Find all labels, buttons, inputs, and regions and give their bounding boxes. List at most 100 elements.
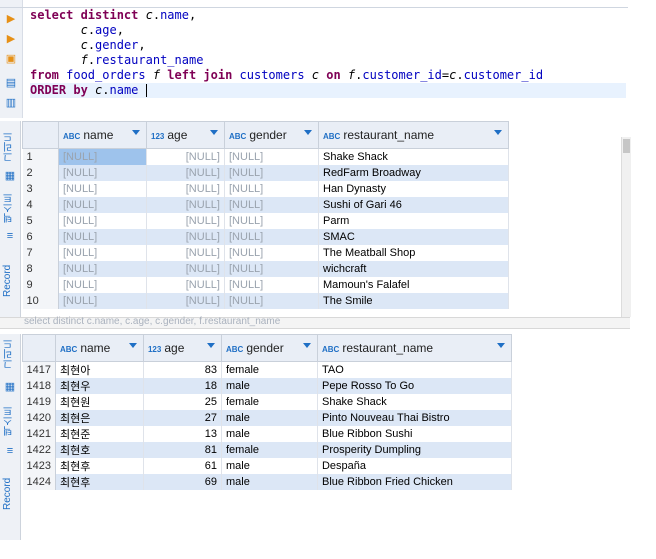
row-number[interactable]: 6 — [22, 229, 59, 245]
cell-age[interactable]: 69 — [143, 474, 222, 490]
cell-rest[interactable]: Prosperity Dumpling — [317, 442, 512, 458]
row-number[interactable]: 3 — [22, 181, 59, 197]
explain-plan-icon[interactable]: ▤ — [4, 76, 18, 90]
cell-rest[interactable]: Han Dynasty — [318, 181, 509, 197]
column-header-gender[interactable]: ABC gender — [220, 334, 318, 362]
grid-corner[interactable] — [22, 334, 56, 362]
cell-age[interactable]: [NULL] — [146, 165, 225, 181]
row-number[interactable]: 1420 — [22, 410, 56, 426]
cell-name[interactable]: 최현원 — [55, 394, 144, 410]
cell-gender[interactable]: [NULL] — [224, 181, 319, 197]
cell-rest[interactable]: The Smile — [318, 293, 509, 309]
grid-corner[interactable] — [22, 121, 59, 149]
cell-name[interactable]: 최현후 — [55, 458, 144, 474]
table-row[interactable]: 1420 최현은 27 male Pinto Nouveau Thai Bistro — [22, 410, 512, 426]
cell-name[interactable]: 최현호 — [55, 442, 144, 458]
cell-gender[interactable]: male — [221, 410, 318, 426]
cell-name[interactable]: 최현우 — [55, 378, 144, 394]
cell-gender[interactable]: female — [221, 361, 318, 378]
cell-name[interactable]: 최현준 — [55, 426, 144, 442]
cell-name[interactable]: [NULL] — [58, 197, 147, 213]
cell-gender[interactable]: [NULL] — [224, 197, 319, 213]
cell-gender[interactable]: [NULL] — [224, 293, 319, 309]
cell-name[interactable]: [NULL] — [58, 245, 147, 261]
tab-text[interactable]: 텍스트 — [2, 191, 18, 225]
cell-rest[interactable]: Parm — [318, 213, 509, 229]
result-grid-2[interactable]: ABC name 123 age ABC gender ABC restaurant_name… — [22, 334, 512, 490]
cell-name[interactable]: [NULL] — [58, 277, 147, 293]
sql-editor[interactable]: ▶ ▶ ▣ ▤ ▥ select distinct c.name, c.age,… — [0, 0, 656, 118]
column-filter-icon[interactable] — [206, 343, 215, 348]
cell-gender[interactable]: male — [221, 426, 318, 442]
cell-age[interactable]: [NULL] — [146, 181, 225, 197]
editor-line[interactable]: f.restaurant_name — [30, 53, 626, 68]
grid1-scroll-thumb[interactable] — [623, 139, 630, 153]
cell-gender[interactable]: male — [221, 458, 318, 474]
cell-gender[interactable]: [NULL] — [224, 165, 319, 181]
cell-rest[interactable]: The Meatball Shop — [318, 245, 509, 261]
table-row[interactable]: 1421 최현준 13 male Blue Ribbon Sushi — [22, 426, 512, 442]
cell-gender[interactable]: male — [221, 474, 318, 490]
row-number[interactable]: 5 — [22, 213, 59, 229]
cell-gender[interactable]: female — [221, 442, 318, 458]
column-header-age[interactable]: 123 age — [146, 121, 225, 149]
row-number[interactable]: 1424 — [22, 474, 56, 490]
column-filter-icon[interactable] — [496, 343, 505, 348]
cell-rest[interactable]: Sushi of Gari 46 — [318, 197, 509, 213]
cell-age[interactable]: 18 — [143, 378, 222, 394]
column-header-age[interactable]: 123 age — [142, 334, 222, 362]
editor-line[interactable]: c.gender, — [30, 38, 626, 53]
cell-rest[interactable]: RedFarm Broadway — [318, 165, 509, 181]
cell-age[interactable]: [NULL] — [146, 213, 225, 229]
cell-name[interactable]: 최현후 — [55, 474, 144, 490]
cell-gender[interactable]: [NULL] — [224, 213, 319, 229]
column-header-name[interactable]: ABC name — [54, 334, 144, 362]
tab-grid[interactable]: 그리드 — [2, 131, 18, 163]
execute-script-icon[interactable]: ▣ — [4, 52, 18, 66]
tab-record-2[interactable]: Record — [2, 474, 18, 514]
cell-rest[interactable]: SMAC — [318, 229, 509, 245]
column-header-name[interactable]: ABC name — [58, 121, 147, 149]
table-row[interactable]: 7 [NULL] [NULL] [NULL] The Meatball Shop — [22, 245, 509, 261]
row-number[interactable]: 2 — [22, 165, 59, 181]
editor-text[interactable]: select distinct c.name, c.age, c.gender,… — [30, 8, 626, 98]
table-row[interactable]: 1422 최현호 81 female Prosperity Dumpling — [22, 442, 512, 458]
row-number[interactable]: 1417 — [22, 361, 56, 378]
row-number[interactable]: 1419 — [22, 394, 56, 410]
grid1-scrollbar[interactable] — [621, 137, 631, 317]
cell-gender[interactable]: male — [221, 378, 318, 394]
cell-rest[interactable]: Blue Ribbon Fried Chicken — [317, 474, 512, 490]
column-filter-icon[interactable] — [304, 130, 312, 135]
cell-name[interactable]: 최현은 — [55, 410, 144, 426]
cell-rest[interactable]: Pepe Rosso To Go — [317, 378, 512, 394]
cell-age[interactable]: 81 — [143, 442, 222, 458]
table-row[interactable]: 1423 최현후 61 male Despaña — [22, 458, 512, 474]
row-number[interactable]: 9 — [22, 277, 59, 293]
cell-name[interactable]: [NULL] — [58, 293, 147, 309]
editor-line[interactable]: ORDER by c.name — [30, 83, 626, 98]
cell-age[interactable]: 25 — [143, 394, 222, 410]
cell-rest[interactable]: TAO — [317, 361, 512, 378]
output-panel-icon[interactable]: ▥ — [4, 96, 18, 110]
cell-gender[interactable]: [NULL] — [224, 229, 319, 245]
row-number[interactable]: 10 — [22, 293, 59, 309]
editor-line[interactable]: select distinct c.name, — [30, 8, 626, 23]
execute-statement-icon[interactable]: ▶ — [4, 12, 18, 26]
split-divider[interactable]: select distinct c.name, c.age, c.gender,… — [0, 316, 630, 329]
table-row[interactable]: 1418 최현우 18 male Pepe Rosso To Go — [22, 378, 512, 394]
column-header-restaurant-name[interactable]: ABC restaurant_name — [318, 121, 509, 149]
cell-age[interactable]: [NULL] — [146, 277, 225, 293]
row-number[interactable]: 1422 — [22, 442, 56, 458]
table-row[interactable]: 6 [NULL] [NULL] [NULL] SMAC — [22, 229, 509, 245]
cell-name[interactable]: [NULL] — [58, 229, 147, 245]
cell-name[interactable]: [NULL] — [58, 261, 147, 277]
cell-gender[interactable]: female — [221, 394, 318, 410]
row-number[interactable]: 1 — [22, 148, 59, 165]
column-filter-icon[interactable] — [132, 130, 140, 135]
cell-age[interactable]: [NULL] — [146, 293, 225, 309]
column-filter-icon[interactable] — [128, 343, 137, 348]
cell-age[interactable]: 13 — [143, 426, 222, 442]
cell-rest[interactable]: Despaña — [317, 458, 512, 474]
table-row[interactable]: 1419 최현원 25 female Shake Shack — [22, 394, 512, 410]
table-row[interactable]: 9 [NULL] [NULL] [NULL] Mamoun's Falafel — [22, 277, 509, 293]
